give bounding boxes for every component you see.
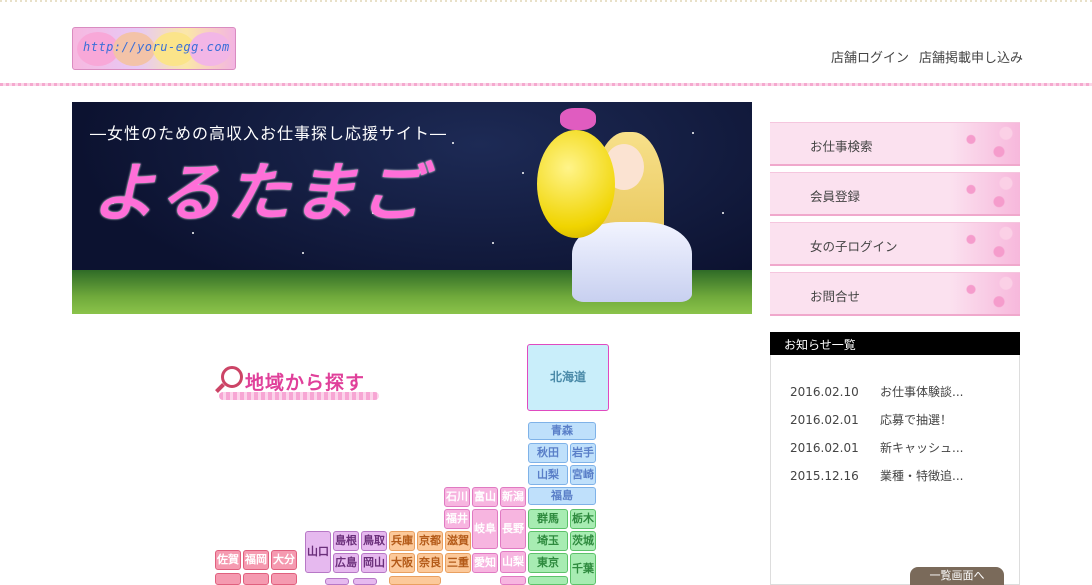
pref-tochigi[interactable]: 栃木 <box>570 509 596 529</box>
shop-login-link[interactable]: 店舗ログイン <box>831 47 909 66</box>
pref-yamagata[interactable]: 山梨 <box>528 465 568 485</box>
pref-partial[interactable] <box>243 573 269 585</box>
pref-partial[interactable] <box>500 576 526 585</box>
pref-mie[interactable]: 三重 <box>445 553 471 573</box>
news-item[interactable]: 2016.02.10 お仕事体験談... <box>790 383 963 400</box>
pref-saga[interactable]: 佐賀 <box>215 550 241 570</box>
pref-okayama[interactable]: 岡山 <box>361 553 387 573</box>
star-decoration <box>452 142 454 144</box>
news-item[interactable]: 2015.12.16 業種・特徴追... <box>790 467 963 484</box>
region-search-heading: 地域から探す <box>215 364 385 404</box>
menu-label: お問合せ <box>810 289 861 304</box>
pref-partial[interactable] <box>325 578 349 585</box>
pref-toyama[interactable]: 富山 <box>472 487 498 507</box>
news-header: お知らせ一覧 <box>770 332 1020 355</box>
menu-contact[interactable]: お問合せ <box>770 272 1020 316</box>
pref-tokyo[interactable]: 東京 <box>528 553 568 573</box>
flower-decoration <box>950 123 1020 164</box>
pref-partial[interactable] <box>528 576 568 585</box>
pref-partial[interactable] <box>271 573 297 585</box>
pref-nara[interactable]: 奈良 <box>417 553 443 573</box>
star-decoration <box>522 172 524 174</box>
news-item[interactable]: 2016.02.01 応募で抽選！ <box>790 411 952 428</box>
menu-job-search[interactable]: お仕事検索 <box>770 122 1020 166</box>
pref-hiroshima[interactable]: 広島 <box>333 553 359 573</box>
star-decoration <box>692 132 694 134</box>
flower-decoration <box>950 173 1020 214</box>
pref-partial[interactable] <box>215 573 241 585</box>
bow-decoration <box>560 108 596 130</box>
site-logo[interactable]: http://yoru-egg.com <box>72 27 236 70</box>
pref-gunma[interactable]: 群馬 <box>528 509 568 529</box>
pref-shimane[interactable]: 島根 <box>333 531 359 551</box>
menu-label: 会員登録 <box>810 189 861 204</box>
pref-hokkaido[interactable]: 北海道 <box>527 344 609 411</box>
pref-saitama[interactable]: 埼玉 <box>528 531 568 551</box>
pref-partial[interactable] <box>353 578 377 585</box>
logo-url-text: http://yoru-egg.com <box>83 40 230 54</box>
pref-akita[interactable]: 秋田 <box>528 443 568 463</box>
pref-hyogo[interactable]: 兵庫 <box>389 531 415 551</box>
star-decoration <box>722 212 724 214</box>
region-search-title: 地域から探す <box>245 372 366 394</box>
hero-banner: ―女性のための高収入お仕事探し応援サイト― よるたまご <box>72 102 752 314</box>
news-date: 2016.02.10 <box>790 385 859 399</box>
header-divider <box>0 83 1092 86</box>
news-title: お知らせ一覧 <box>784 338 856 352</box>
news-text: お仕事体験談... <box>880 385 964 399</box>
pref-nagano[interactable]: 長野 <box>500 509 526 549</box>
pref-chiba[interactable]: 千葉 <box>570 553 596 585</box>
pref-ibaraki[interactable]: 茨城 <box>570 531 596 551</box>
news-date: 2015.12.16 <box>790 469 859 483</box>
news-text: 応募で抽選！ <box>880 413 953 427</box>
menu-register[interactable]: 会員登録 <box>770 172 1020 216</box>
star-decoration <box>492 242 494 244</box>
news-panel <box>770 332 1020 585</box>
pref-gifu[interactable]: 岐阜 <box>472 509 498 549</box>
pref-aomori[interactable]: 青森 <box>528 422 596 440</box>
pref-miyagi[interactable]: 宮崎 <box>570 465 596 485</box>
pref-fukui[interactable]: 福井 <box>444 509 470 529</box>
news-date: 2016.02.01 <box>790 413 859 427</box>
pref-partial[interactable] <box>389 576 441 585</box>
news-date: 2016.02.01 <box>790 441 859 455</box>
pref-tottori[interactable]: 鳥取 <box>361 531 387 551</box>
news-more-button[interactable]: 一覧画面へ <box>910 567 1004 585</box>
pref-yamanashi[interactable]: 山梨 <box>500 551 526 573</box>
pref-niigata[interactable]: 新潟 <box>500 487 526 507</box>
news-text: 新キャッシュ... <box>880 441 964 455</box>
site-header: http://yoru-egg.com 店舗ログイン 店舗掲載申し込み <box>0 0 1092 86</box>
menu-label: お仕事検索 <box>810 139 873 154</box>
menu-label: 女の子ログイン <box>810 239 898 254</box>
star-decoration <box>302 252 304 254</box>
banner-title: よるたまご <box>92 157 429 231</box>
banner-tagline: ―女性のための高収入お仕事探し応援サイト― <box>90 124 448 143</box>
chick-mascot <box>537 130 615 238</box>
top-dotted-line <box>0 0 1092 2</box>
news-text: 業種・特徴追... <box>880 469 964 483</box>
flower-decoration <box>950 223 1020 264</box>
pref-shiga[interactable]: 滋賀 <box>445 531 471 551</box>
pref-aichi[interactable]: 愛知 <box>472 553 498 573</box>
pref-fukuoka[interactable]: 福岡 <box>243 550 269 570</box>
news-item[interactable]: 2016.02.01 新キャッシュ... <box>790 439 963 456</box>
pref-fukushima[interactable]: 福島 <box>528 487 596 505</box>
flower-decoration <box>950 273 1020 314</box>
heading-underline <box>219 392 379 400</box>
pref-iwate[interactable]: 岩手 <box>570 443 596 463</box>
pref-osaka[interactable]: 大阪 <box>389 553 415 573</box>
menu-girl-login[interactable]: 女の子ログイン <box>770 222 1020 266</box>
shop-apply-link[interactable]: 店舗掲載申し込み <box>919 47 1023 66</box>
pref-yamaguchi[interactable]: 山口 <box>305 531 331 573</box>
pref-ishikawa[interactable]: 石川 <box>444 487 470 507</box>
pref-kyoto[interactable]: 京都 <box>417 531 443 551</box>
pref-oita[interactable]: 大分 <box>271 550 297 570</box>
